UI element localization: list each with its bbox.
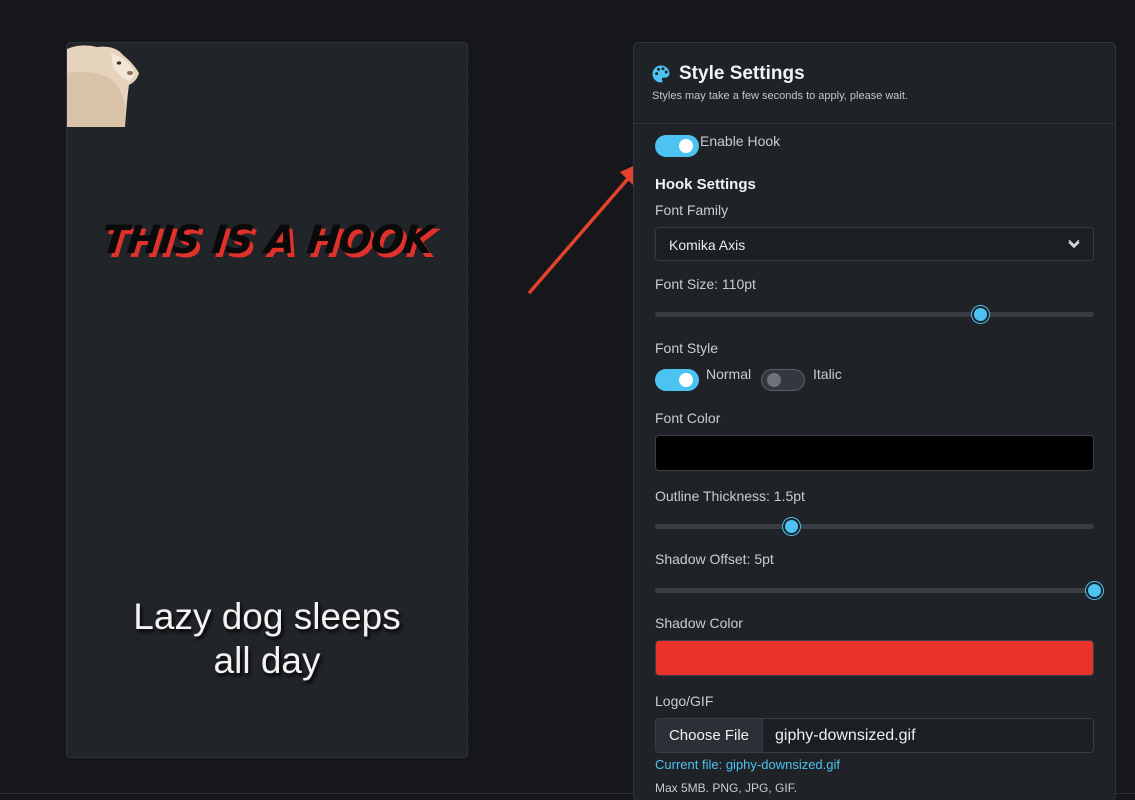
- toggle-knob: [767, 373, 781, 387]
- caption-line-1: Lazy dog sleeps: [133, 596, 401, 637]
- selected-file-name: giphy-downsized.gif: [775, 727, 916, 744]
- shadow-color-label: Shadow Color: [655, 615, 743, 631]
- choose-file-button[interactable]: Choose File: [656, 719, 763, 752]
- caption-text: Lazy dog sleeps all day: [67, 595, 467, 683]
- outline-thickness-label: Outline Thickness: 1.5pt: [655, 488, 805, 504]
- panel-header: Style Settings Styles may take a few sec…: [634, 43, 1115, 124]
- font-family-select[interactable]: Komika Axis: [655, 227, 1094, 261]
- font-color-swatch[interactable]: [655, 435, 1094, 471]
- chevron-down-icon: [1068, 239, 1080, 249]
- current-file-link[interactable]: giphy-downsized.gif: [726, 757, 840, 772]
- normal-style-label: Normal: [706, 366, 752, 382]
- normal-style-toggle[interactable]: [655, 369, 699, 391]
- logo-file-input[interactable]: Choose File giphy-downsized.gif: [655, 718, 1094, 753]
- logo-gif-image: [67, 43, 140, 127]
- toggle-knob: [679, 139, 693, 153]
- toggle-knob: [679, 373, 693, 387]
- hook-settings-heading: Hook Settings: [655, 176, 756, 193]
- font-style-label: Font Style: [655, 340, 719, 356]
- panel-subtitle: Styles may take a few seconds to apply, …: [652, 90, 908, 102]
- video-preview: THIS IS A HOOK Lazy dog sleeps all day: [66, 42, 468, 758]
- enable-hook-label: Enable Hook: [700, 133, 781, 149]
- style-settings-panel: Style Settings Styles may take a few sec…: [633, 42, 1116, 800]
- slider-track: [655, 312, 1094, 317]
- outline-thickness-slider[interactable]: [655, 517, 1094, 535]
- logo-gif-label: Logo/GIF: [655, 693, 714, 709]
- enable-hook-toggle[interactable]: [655, 135, 699, 157]
- caption-line-2: all day: [213, 640, 321, 681]
- font-color-label: Font Color: [655, 410, 721, 426]
- current-file-line: Current file: giphy-downsized.gif: [655, 757, 840, 772]
- shadow-color-swatch[interactable]: [655, 640, 1094, 676]
- shadow-offset-slider[interactable]: [655, 581, 1103, 599]
- slider-track: [655, 588, 1094, 593]
- font-family-label: Font Family: [655, 202, 729, 218]
- palette-icon: [652, 65, 670, 83]
- font-family-value: Komika Axis: [669, 237, 746, 253]
- file-limit-note: Max 5MB. PNG, JPG, GIF.: [655, 781, 798, 795]
- font-size-slider[interactable]: [655, 305, 1094, 323]
- slider-track: [655, 524, 1094, 529]
- italic-style-label: Italic: [813, 366, 842, 382]
- shadow-offset-label: Shadow Offset: 5pt: [655, 551, 774, 567]
- slider-thumb[interactable]: [1086, 582, 1103, 599]
- font-size-label: Font Size: 110pt: [655, 276, 756, 292]
- panel-title: Style Settings: [679, 63, 805, 84]
- hook-text: THIS IS A HOOK: [99, 218, 435, 263]
- current-file-prefix: Current file:: [655, 757, 723, 772]
- annotation-arrow-icon: [528, 162, 642, 294]
- slider-thumb[interactable]: [971, 306, 989, 323]
- slider-thumb[interactable]: [783, 518, 801, 535]
- italic-style-toggle[interactable]: [761, 369, 805, 391]
